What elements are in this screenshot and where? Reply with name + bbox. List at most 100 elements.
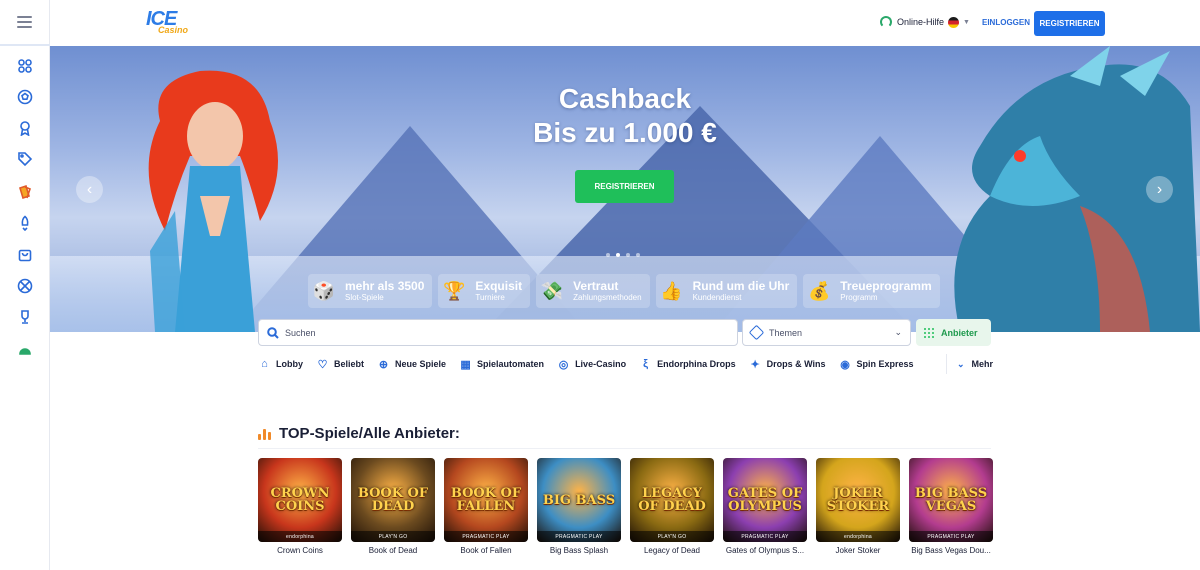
endorphina-icon: ξ — [643, 358, 649, 370]
rocket-icon — [21, 215, 29, 231]
carousel-dot[interactable] — [626, 253, 630, 257]
game-name: Legacy of Dead — [643, 546, 701, 555]
game-card[interactable]: BIG BASS VEGAS PRAGMATIC PLAY Big Bass Veg… — [909, 458, 993, 555]
providers-button[interactable]: Anbieter — [916, 319, 991, 346]
feature-subtitle: Slot-Spiele — [345, 292, 384, 302]
online-help-link[interactable]: Online-Hilfe — [880, 16, 944, 28]
sidebar-item-sport[interactable] — [16, 88, 34, 106]
game-art-title: GATES OF OLYMPUS — [727, 486, 803, 514]
game-thumbnail[interactable]: BIG BASS PRAGMATIC PLAY — [537, 458, 621, 542]
carousel-dot[interactable] — [616, 253, 620, 257]
hero-title: Cashback — [558, 83, 692, 114]
sidebar-item-cards[interactable] — [16, 183, 34, 201]
carousel-dot[interactable] — [606, 253, 610, 257]
category-item[interactable]: ✦ Drops & Wins — [749, 358, 825, 371]
chevron-left-icon: ‹ — [86, 180, 93, 198]
game-thumbnail[interactable]: CROWN COINS endorphina — [258, 458, 342, 542]
game-card[interactable]: CROWN COINS endorphina Crown Coins — [258, 458, 342, 555]
game-art-title: BIG BASS VEGAS — [914, 486, 988, 514]
game-thumbnail[interactable]: GATES OF OLYMPUS PRAGMATIC PLAY — [723, 458, 807, 542]
chevron-right-icon: › — [1156, 180, 1163, 198]
game-provider: PLAY'N GO — [630, 531, 714, 542]
hero-banner: Cashback Bis zu 1.000 € REGISTRIEREN ‹ ›… — [50, 46, 1200, 332]
feature-card: 👍 Rund um die Uhr Kundendienst — [655, 274, 798, 308]
ice-casino-logo[interactable]: ICE Casino — [146, 8, 192, 38]
menu-icon[interactable] — [17, 16, 32, 28]
register-button[interactable]: REGISTRIEREN — [1034, 11, 1105, 36]
hero-subtitle: Bis zu 1.000 € — [533, 117, 717, 148]
game-provider: PLAY'N GO — [351, 531, 435, 542]
dots-grid-icon — [924, 327, 934, 338]
sidebar-item-shop[interactable] — [16, 245, 34, 263]
game-thumbnail[interactable]: BOOK OF FALLEN PRAGMATIC PLAY — [444, 458, 528, 542]
game-name: Book of Fallen — [460, 546, 512, 555]
game-name: Joker Stoker — [835, 546, 881, 555]
category-item[interactable]: ◉ Spin Express — [839, 358, 913, 371]
money-bag-icon: 💰 — [808, 280, 831, 301]
trophy-icon — [21, 310, 29, 324]
tag-icon — [18, 152, 33, 167]
sidebar-item-grid[interactable] — [16, 57, 34, 75]
game-name: Big Bass Vegas Dou... — [911, 546, 991, 555]
category-item[interactable]: ▦ Spielautomaten — [459, 358, 544, 371]
carousel-dots — [606, 253, 640, 257]
category-label: Neue Spiele — [395, 359, 447, 369]
sidebar-item-promotions[interactable] — [16, 150, 34, 168]
more-categories-button[interactable]: ⌄ Mehr — [946, 354, 993, 374]
sidebar-item-rocket[interactable] — [16, 214, 34, 232]
sidebar-item-tournaments[interactable] — [16, 308, 34, 326]
category-item[interactable]: ◎ Live-Casino — [557, 358, 626, 371]
live-casino-icon: ◎ — [558, 358, 569, 371]
top-games-list: CROWN COINS endorphina Crown Coins BOOK OF … — [258, 458, 993, 555]
feature-card: 🏆 Exquisit Turniere — [438, 274, 531, 308]
game-card[interactable]: BOOK OF DEAD PLAY'N GO Book of Dead — [351, 458, 435, 555]
top-header: ICE Casino Online-Hilfe ▼ EINLOGGEN REGI… — [50, 0, 1200, 46]
bag-icon — [18, 249, 32, 262]
themes-dropdown[interactable]: Themen ⌄ — [742, 319, 911, 346]
game-thumbnail[interactable]: BIG BASS VEGAS PRAGMATIC PLAY — [909, 458, 993, 542]
game-thumbnail[interactable]: LEGACY OF DEAD PLAY'N GO — [630, 458, 714, 542]
sports-ball-icon — [17, 278, 33, 294]
category-item[interactable]: ⌂ Lobby — [258, 358, 303, 371]
game-art-title: BOOK OF FALLEN — [450, 486, 522, 514]
game-card[interactable]: GATES OF OLYMPUS PRAGMATIC PLAY Gates of O… — [723, 458, 807, 555]
game-card[interactable]: LEGACY OF DEAD PLAY'N GO Legacy of Dead — [630, 458, 714, 555]
category-item[interactable]: ♡ Beliebt — [316, 358, 364, 371]
feature-title: Treueprogramm — [840, 278, 932, 293]
providers-label: Anbieter — [941, 327, 978, 338]
login-button[interactable]: EINLOGGEN — [982, 18, 1030, 27]
game-art-title: JOKER STOKER — [826, 486, 890, 514]
hero-register-button[interactable]: REGISTRIEREN — [575, 170, 674, 203]
carousel-next-button[interactable]: › — [1146, 176, 1173, 203]
carousel-dot[interactable] — [636, 253, 640, 257]
feature-title: Rund um die Uhr — [692, 278, 790, 293]
game-art-title: LEGACY OF DEAD — [638, 486, 706, 514]
game-art-title: BIG BASS — [542, 492, 616, 508]
language-selector[interactable]: ▼ — [948, 17, 970, 28]
category-label: Lobby — [276, 359, 303, 369]
game-card[interactable]: JOKER STOKER endorphina Joker Stoker — [816, 458, 900, 555]
plus-icon: ⊕ — [378, 358, 389, 371]
category-label: Endorphina Drops — [657, 359, 736, 369]
home-icon: ⌂ — [261, 358, 268, 370]
game-thumbnail[interactable]: BOOK OF DEAD PLAY'N GO — [351, 458, 435, 542]
sidebar-item-sports[interactable] — [16, 277, 34, 295]
sidebar — [0, 0, 50, 570]
category-item[interactable]: ξ Endorphina Drops — [639, 358, 736, 371]
section-divider — [258, 448, 991, 449]
search-input[interactable] — [285, 327, 725, 338]
sidebar-item-android[interactable] — [16, 341, 34, 359]
game-card[interactable]: BOOK OF FALLEN PRAGMATIC PLAY Book of Fall… — [444, 458, 528, 555]
game-name: Gates of Olympus S... — [725, 546, 805, 555]
drops-wins-icon: ✦ — [750, 358, 760, 371]
cube-icon — [748, 324, 765, 341]
sidebar-item-awards[interactable] — [16, 119, 34, 137]
spin-express-icon: ◉ — [840, 358, 850, 371]
game-card[interactable]: BIG BASS PRAGMATIC PLAY Big Bass Splash — [537, 458, 621, 555]
game-provider: PRAGMATIC PLAY — [909, 531, 993, 542]
game-thumbnail[interactable]: JOKER STOKER endorphina — [816, 458, 900, 542]
money-icon: 💸 — [540, 280, 564, 301]
carousel-prev-button[interactable]: ‹ — [76, 176, 103, 203]
search-box[interactable] — [258, 319, 738, 346]
category-item[interactable]: ⊕ Neue Spiele — [377, 358, 446, 371]
